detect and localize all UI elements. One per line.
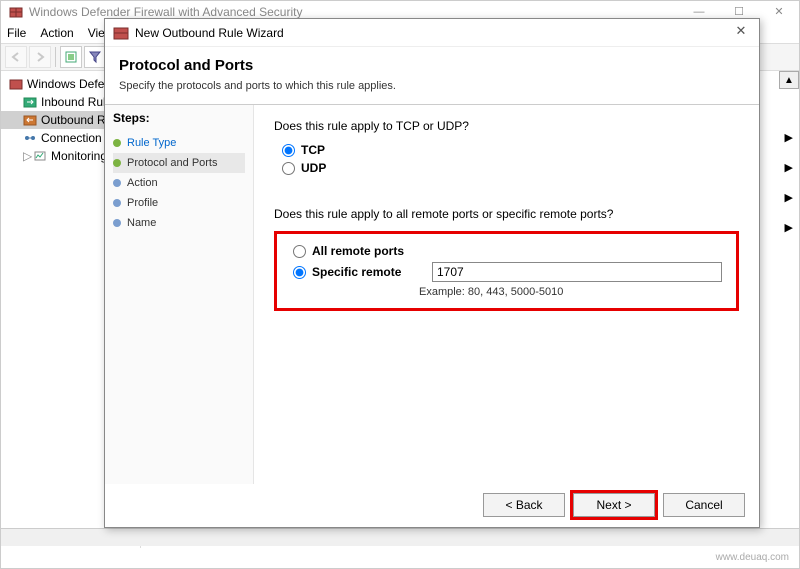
radio-tcp-row[interactable]: TCP bbox=[282, 143, 739, 157]
expand-arrow-icon[interactable]: ▶ bbox=[785, 131, 793, 144]
firewall-icon bbox=[113, 25, 129, 41]
new-button[interactable] bbox=[60, 46, 82, 68]
expand-arrow-icon[interactable]: ▶ bbox=[785, 191, 793, 204]
firewall-icon bbox=[9, 5, 23, 19]
back-button[interactable]: < Back bbox=[483, 493, 565, 517]
expand-icon[interactable]: ▷ bbox=[23, 149, 33, 163]
dialog-title: New Outbound Rule Wizard bbox=[135, 26, 284, 40]
firewall-icon bbox=[9, 77, 23, 91]
port-input[interactable] bbox=[432, 262, 722, 282]
forward-button bbox=[29, 46, 51, 68]
collapse-button[interactable]: ▲ bbox=[779, 71, 799, 89]
radio-udp-row[interactable]: UDP bbox=[282, 161, 739, 175]
connection-icon bbox=[23, 131, 37, 145]
menu-action[interactable]: Action bbox=[40, 26, 73, 40]
back-button bbox=[5, 46, 27, 68]
radio-all-ports[interactable] bbox=[293, 245, 306, 258]
watermark: www.deuaq.com bbox=[716, 548, 789, 568]
menu-file[interactable]: File bbox=[7, 26, 26, 40]
dialog-buttons: < Back Next > Cancel bbox=[483, 493, 745, 517]
statusbar bbox=[1, 528, 799, 546]
step-protocol-ports[interactable]: Protocol and Ports bbox=[113, 153, 245, 173]
port-example: Example: 80, 443, 5000-5010 bbox=[419, 286, 728, 298]
expand-arrow-icon[interactable]: ▶ bbox=[785, 161, 793, 174]
step-rule-type[interactable]: Rule Type bbox=[113, 133, 245, 153]
monitoring-icon bbox=[33, 149, 47, 163]
radio-specific-row[interactable]: Specific remote bbox=[293, 262, 728, 282]
radio-udp[interactable] bbox=[282, 162, 295, 175]
protocol-question: Does this rule apply to TCP or UDP? bbox=[274, 119, 739, 133]
dialog-close-button[interactable]: ✕ bbox=[729, 23, 753, 43]
steps-pane: Steps: Rule Type Protocol and Ports Acti… bbox=[105, 105, 254, 484]
label-specific: Specific remote bbox=[312, 265, 422, 279]
expand-arrow-icon[interactable]: ▶ bbox=[785, 221, 793, 234]
highlight-box: All remote ports Specific remote Example… bbox=[274, 231, 739, 311]
dialog-header: Protocol and Ports Specify the protocols… bbox=[105, 47, 759, 96]
step-name[interactable]: Name bbox=[113, 213, 245, 233]
next-button[interactable]: Next > bbox=[573, 493, 655, 517]
steps-title: Steps: bbox=[113, 111, 245, 125]
main-title: Windows Defender Firewall with Advanced … bbox=[29, 5, 302, 19]
dialog-heading: Protocol and Ports bbox=[119, 57, 745, 74]
inbound-icon bbox=[23, 95, 37, 109]
wizard-dialog: New Outbound Rule Wizard ✕ Protocol and … bbox=[104, 18, 760, 528]
filter-button[interactable] bbox=[84, 46, 106, 68]
dialog-titlebar: New Outbound Rule Wizard ✕ bbox=[105, 19, 759, 47]
cancel-button[interactable]: Cancel bbox=[663, 493, 745, 517]
step-profile[interactable]: Profile bbox=[113, 193, 245, 213]
label-all-ports: All remote ports bbox=[312, 244, 404, 258]
outbound-icon bbox=[23, 113, 37, 127]
step-action[interactable]: Action bbox=[113, 173, 245, 193]
radio-all-ports-row[interactable]: All remote ports bbox=[293, 244, 728, 258]
radio-specific[interactable] bbox=[293, 266, 306, 279]
radio-tcp[interactable] bbox=[282, 144, 295, 157]
label-udp: UDP bbox=[301, 161, 326, 175]
close-button[interactable]: ✕ bbox=[759, 1, 799, 23]
ports-question: Does this rule apply to all remote ports… bbox=[274, 207, 739, 221]
label-tcp: TCP bbox=[301, 143, 325, 157]
form-pane: Does this rule apply to TCP or UDP? TCP … bbox=[254, 105, 759, 484]
dialog-subheading: Specify the protocols and ports to which… bbox=[119, 80, 745, 92]
